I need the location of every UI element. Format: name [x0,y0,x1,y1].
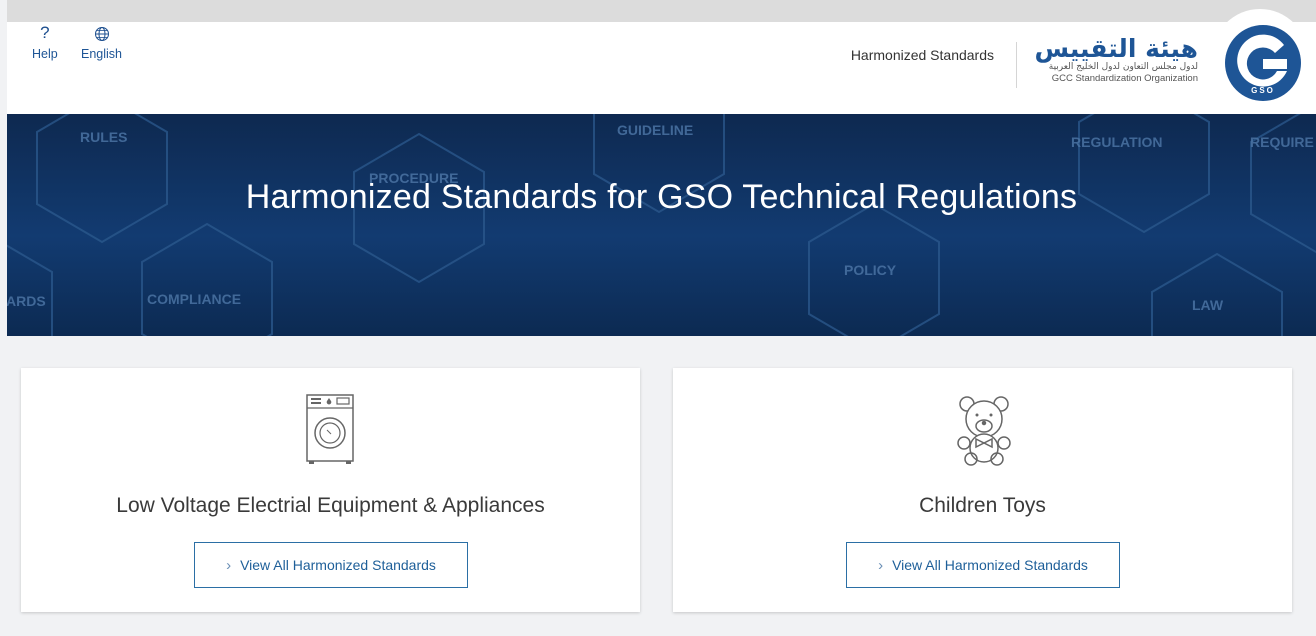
card-children-toys: Children Toys › View All Harmonized Stan… [673,368,1292,612]
chevron-right-icon: › [226,556,232,574]
card-low-voltage: Low Voltage Electrial Equipment & Applia… [21,368,640,612]
banner-hexagon-pattern: RULES PROCEDURE GUIDELINE REGULATION REQ… [7,114,1316,336]
bg-word-guideline: GUIDELINE [617,122,693,138]
card-title: Children Toys [919,494,1046,517]
view-all-standards-button[interactable]: › View All Harmonized Standards [194,542,468,588]
banner-title: Harmonized Standards for GSO Technical R… [245,178,1078,216]
language-switch[interactable]: English [81,22,122,61]
view-all-standards-button[interactable]: › View All Harmonized Standards [846,542,1120,588]
chevron-right-icon: › [878,556,884,574]
language-label: English [81,47,122,61]
hero-banner: RULES PROCEDURE GUIDELINE REGULATION REQ… [7,114,1316,336]
button-label: View All Harmonized Standards [240,557,436,573]
button-label: View All Harmonized Standards [892,557,1088,573]
help-label: Help [32,47,58,61]
logo-badge-text: GSO [1251,86,1275,95]
logo-arabic-name: هيئة التقييس [1034,34,1198,63]
help-link[interactable]: ? Help [32,22,58,61]
top-strip [7,0,1316,22]
bg-word-compliance: COMPLIANCE [147,291,241,307]
bg-word-ards: ARDS [7,293,46,309]
bg-word-law: LAW [1192,297,1224,313]
help-icon: ? [40,23,50,42]
globe-icon [94,22,110,44]
logo-english-name: GCC Standardization Organization [1051,73,1198,84]
bg-word-regulation: REGULATION [1071,134,1163,150]
gso-logo-icon[interactable]: GSO [1221,21,1305,105]
bg-word-require: REQUIRE [1250,134,1314,150]
bg-word-policy: POLICY [844,262,897,278]
card-title: Low Voltage Electrial Equipment & Applia… [116,494,545,517]
nav-harmonized-standards[interactable]: Harmonized Standards [851,47,994,63]
header-divider [1016,42,1017,88]
washing-machine-icon [306,394,354,464]
logo-arabic-subtitle: لدول مجلس التعاون لدول الخليج العربية [1048,62,1198,72]
teddy-bear-icon [957,396,1011,466]
logo-text[interactable]: هيئة التقييس لدول مجلس التعاون لدول الخل… [1034,35,1198,85]
bg-word-rules: RULES [80,129,127,145]
